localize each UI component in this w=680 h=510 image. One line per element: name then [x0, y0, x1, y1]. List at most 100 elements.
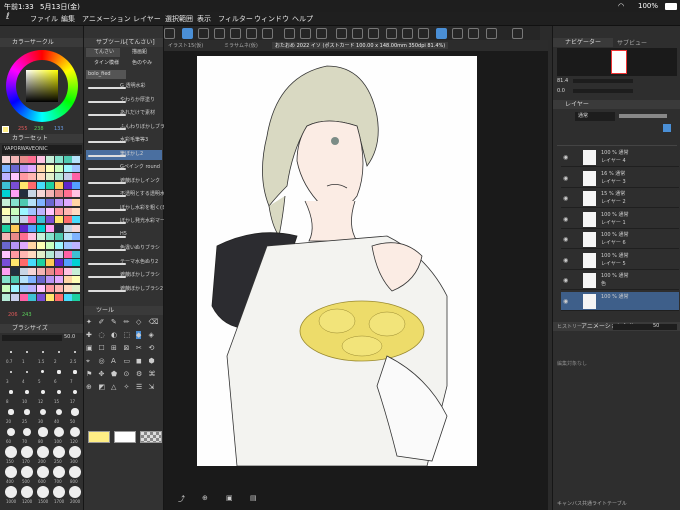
- color-swatch[interactable]: [19, 181, 28, 189]
- brush-item[interactable]: ぼかし水彩を粗く(日): [86, 204, 169, 214]
- color-swatch[interactable]: [63, 293, 72, 301]
- color-swatch[interactable]: [37, 190, 46, 198]
- color-swatch[interactable]: [37, 207, 46, 215]
- brush-size-preset[interactable]: [9, 390, 13, 394]
- undo-icon[interactable]: [284, 28, 295, 39]
- color-swatch[interactable]: [19, 242, 28, 249]
- subview-tab[interactable]: サブビュー: [617, 38, 647, 47]
- brush-size-preset[interactable]: [21, 486, 33, 498]
- brush-size-preset[interactable]: [21, 446, 33, 458]
- color-swatch[interactable]: [19, 164, 28, 172]
- tool-icon[interactable]: ⊞: [111, 344, 117, 352]
- color-swatch[interactable]: [72, 233, 81, 241]
- color-swatch[interactable]: [10, 224, 19, 232]
- color-swatch[interactable]: [2, 267, 10, 275]
- tool-icon[interactable]: ⊕: [86, 383, 92, 391]
- color-swatch[interactable]: [19, 207, 28, 215]
- doc-tab-2[interactable]: おたおめ 2022 イソ (ポストカード 100.00 x 148.00mm 3…: [272, 42, 449, 49]
- brush-size-preset[interactable]: [24, 409, 30, 415]
- color-swatch[interactable]: [54, 207, 63, 215]
- layer-row[interactable]: ◉ 15 % 通常 レイヤー 2: [561, 189, 679, 208]
- layer-row[interactable]: ◉ 16 % 通常 レイヤー 3: [561, 169, 679, 188]
- subtool-tab-2[interactable]: タイン模様: [86, 59, 120, 68]
- brush-size-preset[interactable]: [9, 370, 13, 374]
- color-swatch[interactable]: [19, 156, 28, 163]
- eye-icon[interactable]: ◉: [563, 216, 568, 223]
- tool-icon[interactable]: ◎: [99, 357, 105, 365]
- tool-icon[interactable]: ◐: [111, 331, 117, 339]
- fit-icon[interactable]: ▣: [226, 494, 233, 502]
- cloud-icon[interactable]: [230, 28, 241, 39]
- color-swatch[interactable]: [19, 285, 28, 292]
- brush-size-preset[interactable]: [10, 351, 12, 353]
- brush-item[interactable]: 色違いぬりブラシ: [86, 244, 162, 254]
- color-swatch[interactable]: [54, 199, 63, 206]
- brush-item[interactable]: ふんわりぼかしブラシ: [86, 123, 170, 133]
- color-swatch[interactable]: [2, 285, 10, 292]
- color-square[interactable]: [26, 70, 58, 102]
- brush-size-preset[interactable]: [40, 389, 46, 395]
- eye-icon[interactable]: ◉: [563, 175, 568, 182]
- tool-icon[interactable]: ◇: [136, 318, 141, 326]
- transform-icon[interactable]: [352, 28, 363, 39]
- color-swatch[interactable]: [72, 250, 81, 258]
- perspective-icon[interactable]: [468, 28, 479, 39]
- brush-size-preset[interactable]: [69, 446, 81, 458]
- eye-icon[interactable]: ◉: [563, 195, 568, 202]
- tool-icon[interactable]: ◌: [99, 331, 105, 339]
- brush-size-preset[interactable]: [53, 466, 65, 478]
- color-swatch[interactable]: [37, 216, 46, 224]
- brush-item[interactable]: H5: [86, 231, 162, 241]
- eye-icon[interactable]: ◉: [563, 277, 568, 284]
- material-icon[interactable]: [262, 28, 273, 39]
- color-swatch[interactable]: [72, 190, 81, 198]
- select-all-icon[interactable]: [386, 28, 397, 39]
- tool-icon[interactable]: ☰: [136, 383, 142, 391]
- brush-item[interactable]: ぼかし発光水彩マーカー2: [86, 217, 178, 227]
- tool-icon[interactable]: ⬢: [149, 357, 155, 365]
- brush-size-preset[interactable]: [73, 370, 77, 374]
- tool-icon[interactable]: ✧: [124, 383, 130, 391]
- tool-icon[interactable]: ◩: [99, 383, 106, 391]
- flip-icon[interactable]: ▤: [250, 494, 257, 502]
- tool-icon[interactable]: ⇲: [149, 383, 155, 391]
- brush-size-preset[interactable]: [69, 466, 81, 478]
- brush-size-preset[interactable]: [54, 427, 64, 437]
- subtool-tab-3[interactable]: 色のやみ: [124, 59, 158, 68]
- color-swatch[interactable]: [63, 207, 72, 215]
- color-swatch[interactable]: [19, 190, 28, 198]
- color-swatch[interactable]: [2, 164, 10, 172]
- color-swatch[interactable]: [28, 259, 37, 267]
- rotation-slider[interactable]: [573, 89, 633, 93]
- color-swatch[interactable]: [46, 164, 54, 172]
- color-swatch[interactable]: [63, 181, 72, 189]
- tool-icon[interactable]: ◆: [136, 331, 142, 339]
- menu-file[interactable]: ファイル: [30, 14, 58, 24]
- color-swatch[interactable]: [46, 181, 54, 189]
- layers-icon[interactable]: [198, 28, 209, 39]
- color-swatch[interactable]: [46, 250, 54, 258]
- color-swatch[interactable]: [72, 216, 81, 224]
- color-swatch[interactable]: [46, 267, 54, 275]
- tool-icon[interactable]: ✚: [86, 331, 92, 339]
- color-swatch[interactable]: [54, 293, 63, 301]
- color-swatch[interactable]: [72, 276, 81, 284]
- doc-tab-1[interactable]: ミラサムネ(仮): [224, 42, 258, 49]
- color-swatch[interactable]: [28, 276, 37, 284]
- color-swatch[interactable]: [2, 173, 10, 181]
- color-swatch[interactable]: [54, 224, 63, 232]
- menu-layer[interactable]: レイヤー: [133, 14, 161, 24]
- brush-size-preset[interactable]: [55, 408, 63, 416]
- color-swatch[interactable]: [63, 224, 72, 232]
- color-swatch[interactable]: [10, 233, 19, 241]
- brush-item[interactable]: 水彩毛筆等3: [86, 136, 162, 146]
- blend-mode-select[interactable]: 通常: [575, 112, 615, 121]
- tool-icon[interactable]: ✂: [136, 344, 142, 352]
- color-swatch[interactable]: [10, 207, 19, 215]
- main-color-swatch[interactable]: [88, 431, 110, 443]
- color-swatch[interactable]: [2, 259, 10, 267]
- app-logo-icon[interactable]: ℓ: [6, 12, 10, 22]
- layer-row[interactable]: ◉ 100 % 通常 レイヤー 6: [561, 230, 679, 249]
- color-set-select[interactable]: VAPORWAVEONIC: [2, 145, 82, 154]
- loading-icon[interactable]: [316, 28, 327, 39]
